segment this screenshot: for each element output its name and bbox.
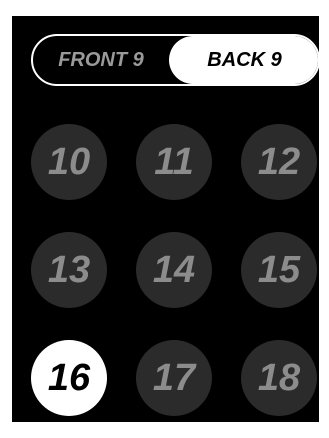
hole-selector-screen: FRONT 9 BACK 9 10 11 12 13 14 15 16 17 1… [12,16,320,422]
hole-15-button[interactable]: 15 [241,232,317,308]
nine-toggle: FRONT 9 BACK 9 [31,34,320,86]
hole-11-button[interactable]: 11 [136,124,212,200]
hole-10-button[interactable]: 10 [31,124,107,200]
hole-13-button[interactable]: 13 [31,232,107,308]
hole-12-button[interactable]: 12 [241,124,317,200]
hole-18-button[interactable]: 18 [241,340,317,416]
hole-14-button[interactable]: 14 [136,232,212,308]
back-nine-tab[interactable]: BACK 9 [169,36,318,84]
hole-17-button[interactable]: 17 [136,340,212,416]
hole-16-button[interactable]: 16 [31,340,107,416]
front-nine-tab[interactable]: FRONT 9 [33,36,169,84]
